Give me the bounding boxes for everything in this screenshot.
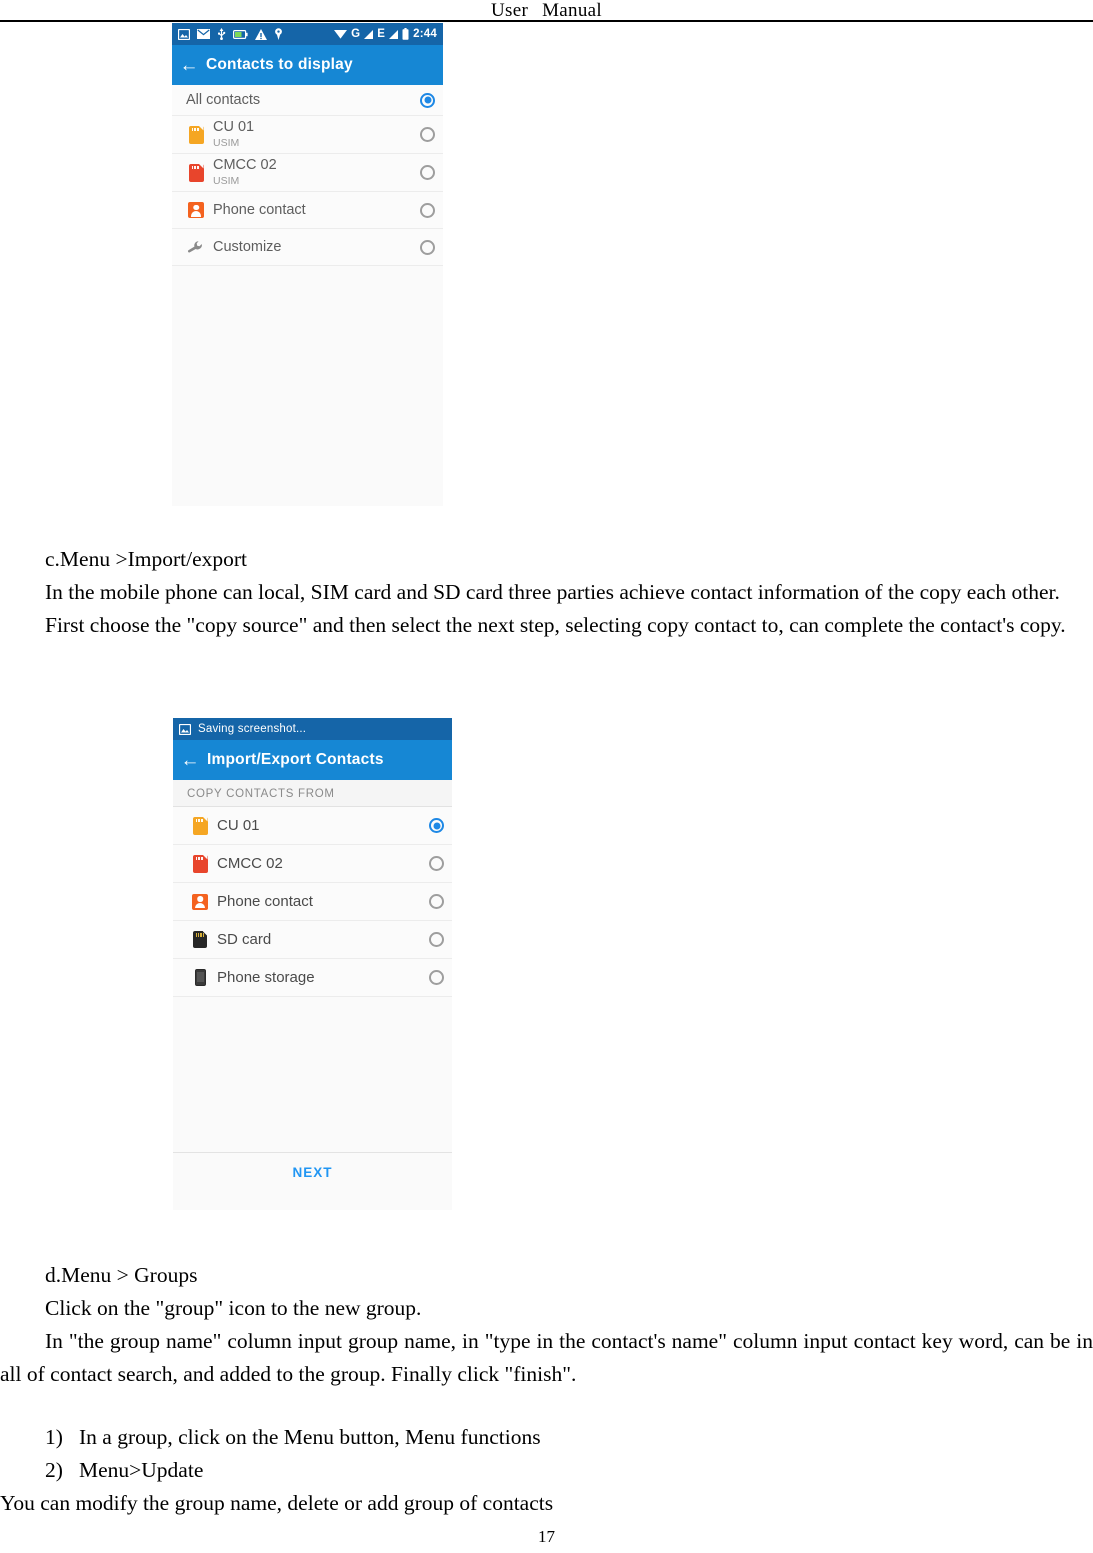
list-item-label: Phone contact [213, 201, 306, 218]
list-item-phone-storage[interactable]: Phone storage [173, 959, 452, 997]
list-item-cu-01[interactable]: CU 01 [173, 807, 452, 845]
numbered-item-1-number: 1) [45, 1425, 63, 1449]
email-icon [197, 29, 210, 39]
phone-storage-icon [183, 969, 217, 986]
list-item-label: Phone contact [217, 892, 313, 910]
list-item-phone-contact[interactable]: Phone contact [173, 883, 452, 921]
numbered-item-1-text: In a group, click on the Menu button, Me… [79, 1425, 541, 1449]
app-bar: ← Contacts to display [172, 45, 443, 85]
sim-card-red-icon [183, 854, 217, 873]
screenshot-icon [178, 723, 192, 735]
radio-customize[interactable] [420, 239, 435, 255]
list-item-label: CMCC 02 [217, 854, 283, 872]
signal-bars-2-icon [389, 29, 399, 39]
usb-icon [217, 28, 226, 40]
header-divider [0, 20, 1093, 22]
network-type-g: G [351, 28, 361, 40]
list-item-sublabel: USIM [213, 175, 240, 188]
list-item-label: CU 01 [217, 816, 260, 834]
radio-sd-card[interactable] [429, 932, 444, 947]
page-number: 17 [538, 1527, 555, 1546]
section-header-copy-contacts-from: COPY CONTACTS FROM [173, 780, 452, 807]
numbered-item-1: 1) In a group, click on the Menu button,… [0, 1421, 1093, 1454]
battery-charging-icon [233, 29, 248, 39]
location-pin-icon [274, 28, 283, 40]
list-item-label: Phone storage [217, 968, 315, 986]
network-type-e: E [377, 28, 386, 40]
list-item-cu-01[interactable]: CU 01 USIM [172, 116, 443, 154]
back-arrow-icon[interactable]: ← [172, 56, 206, 75]
signal-bars-1-icon [364, 29, 374, 39]
screenshot-import-export-contacts: Saving screenshot... ← Import/Export Con… [173, 718, 452, 1210]
section-d-paragraph-1: Click on the "group" icon to the new gro… [45, 1296, 422, 1320]
manual-page: User Manual G E 2:44 ← Contacts to displ… [0, 0, 1093, 1553]
radio-phone-contact[interactable] [420, 202, 435, 218]
contacts-display-list: All contacts CU 01 USIM CMCC 02 USIM Pho… [172, 85, 443, 266]
radio-cmcc-02[interactable] [420, 165, 435, 180]
numbered-item-2: 2) Menu>Update [0, 1454, 1093, 1487]
back-arrow-icon[interactable]: ← [173, 751, 207, 770]
app-bar-title: Contacts to display [206, 56, 353, 73]
radio-phone-contact[interactable] [429, 894, 444, 909]
header-right-word: Manual [542, 0, 602, 21]
app-bar-title: Import/Export Contacts [207, 751, 384, 768]
list-item-label: All contacts [186, 91, 261, 108]
sim-card-orange-icon [183, 816, 217, 835]
empty-list-area [172, 266, 443, 506]
person-icon [179, 202, 213, 218]
wifi-icon [334, 29, 348, 39]
list-item-phone-contact[interactable]: Phone contact [172, 192, 443, 229]
empty-list-area [173, 997, 452, 1152]
sim-card-red-icon [179, 163, 213, 182]
sim-card-orange-icon [179, 125, 213, 144]
section-c-paragraph-1: In the mobile phone can local, SIM card … [45, 580, 1060, 604]
next-button[interactable]: NEXT [173, 1152, 452, 1190]
list-item-label: SD card [217, 930, 272, 948]
app-bar: ← Import/Export Contacts [173, 740, 452, 780]
status-bar: G E 2:44 [172, 23, 443, 45]
list-item-label: CU 01 [213, 119, 255, 136]
radio-phone-storage[interactable] [429, 970, 444, 985]
list-item-sd-card[interactable]: SD card [173, 921, 452, 959]
list-item-cmcc-02[interactable]: CMCC 02 USIM [172, 154, 443, 192]
list-item-customize[interactable]: Customize [172, 229, 443, 266]
list-item-cmcc-02[interactable]: CMCC 02 [173, 845, 452, 883]
numbered-item-2-text: Menu>Update [79, 1458, 204, 1482]
screenshot-icon [177, 28, 191, 40]
radio-cu-01[interactable] [429, 818, 444, 833]
numbered-list: 1) In a group, click on the Menu button,… [0, 1421, 1093, 1520]
header-left-word: User [491, 0, 529, 21]
list-item-label: Customize [213, 238, 282, 255]
list-item-label: CMCC 02 [213, 157, 277, 174]
list-item-sublabel: USIM [213, 137, 240, 150]
screenshot-contacts-to-display: G E 2:44 ← Contacts to display All conta… [172, 23, 443, 506]
status-bar: Saving screenshot... [173, 718, 452, 740]
section-d-paragraph-2: In "the group name" column input group n… [0, 1329, 1093, 1386]
saving-screenshot-text: Saving screenshot... [198, 723, 307, 735]
page-header: User Manual [0, 0, 1093, 22]
section-c-paragraph-2: First choose the "copy source" and then … [45, 613, 1066, 637]
copy-source-list: CU 01 CMCC 02 Phone contact SD card Phon… [173, 807, 452, 997]
section-c-heading: c.Menu >Import/export [45, 547, 247, 571]
radio-cu-01[interactable] [420, 127, 435, 142]
section-d-text: d.Menu > Groups Click on the "group" ico… [0, 1259, 1093, 1391]
section-d-heading: d.Menu > Groups [45, 1263, 198, 1287]
warning-icon [255, 28, 267, 40]
closing-paragraph: You can modify the group name, delete or… [0, 1491, 554, 1515]
radio-all-contacts[interactable] [420, 92, 435, 108]
sd-card-icon [183, 931, 217, 948]
numbered-item-2-number: 2) [45, 1458, 63, 1482]
list-item-all-contacts[interactable]: All contacts [172, 85, 443, 116]
battery-icon [402, 28, 409, 40]
section-c-text: c.Menu >Import/export In the mobile phon… [0, 543, 1093, 642]
wrench-icon [179, 240, 213, 254]
person-icon [183, 893, 217, 910]
clock-time: 2:44 [413, 28, 437, 40]
radio-cmcc-02[interactable] [429, 856, 444, 871]
